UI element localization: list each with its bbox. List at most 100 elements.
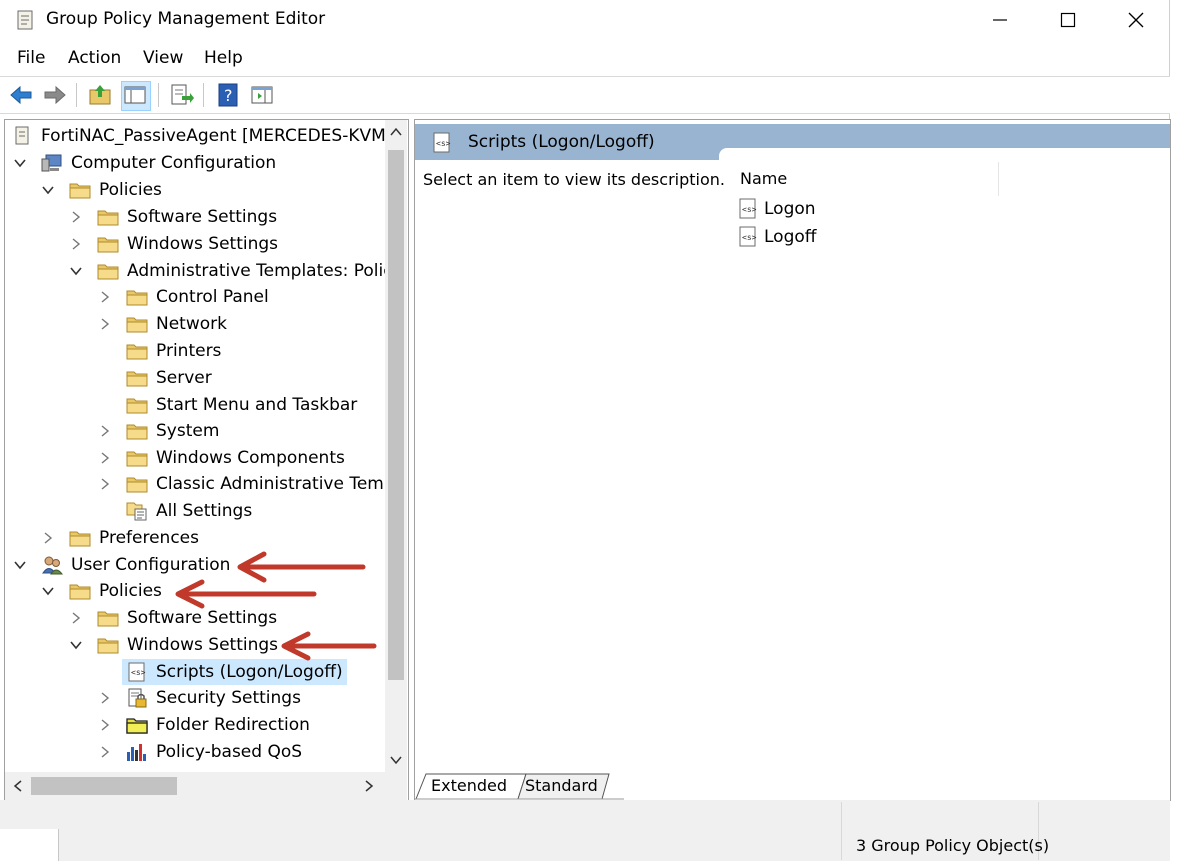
- chevron-right-icon: [44, 532, 53, 544]
- tree-node-policy-based-qos[interactable]: Policy-based QoS: [98, 739, 302, 765]
- tree-node-printers[interactable]: Printers: [126, 338, 221, 364]
- toolbar-separator: [203, 83, 204, 107]
- status-left-gap: [0, 829, 58, 861]
- tree-node-system[interactable]: System: [98, 418, 219, 444]
- tree-label: Control Panel: [156, 287, 269, 307]
- list-item-logon[interactable]: <s> Logon: [738, 198, 816, 220]
- maximize-button[interactable]: [1034, 0, 1102, 40]
- menu-view[interactable]: View: [143, 48, 183, 68]
- svg-text:<s>: <s>: [742, 205, 757, 214]
- list-item-label: Logon: [764, 199, 816, 219]
- list-item-logoff[interactable]: <s> Logoff: [738, 226, 816, 248]
- minimize-icon: [993, 19, 1007, 21]
- computer-icon: [41, 154, 62, 172]
- tree-node-administrative-templates[interactable]: Administrative Templates: Policy: [69, 258, 403, 284]
- tree-label: Policies: [99, 581, 162, 601]
- tree-vertical-scrollbar[interactable]: [385, 120, 407, 772]
- tree-node-preferences[interactable]: Preferences: [41, 525, 199, 551]
- export-list-button[interactable]: [168, 82, 194, 108]
- tree-node-windows-components[interactable]: Windows Components: [98, 445, 345, 471]
- tree-label: Printers: [156, 341, 222, 361]
- header-notch: [719, 148, 1170, 160]
- show-hide-console-tree-button[interactable]: [121, 81, 151, 111]
- chevron-right-icon: [101, 318, 110, 330]
- menu-help[interactable]: Help: [204, 48, 243, 68]
- console-tree-icon: [124, 86, 146, 104]
- title-bar: Group Policy Management Editor: [0, 0, 1170, 40]
- bar-chart-icon: [127, 744, 146, 761]
- tree-label: Windows Components: [156, 448, 345, 468]
- tree-label: Server: [156, 368, 212, 388]
- scroll-down-icon: [390, 756, 402, 765]
- tree-label: Folder Redirection: [156, 715, 310, 735]
- chevron-right-icon: [101, 425, 110, 437]
- view-tabs: Extended Standard: [414, 772, 1169, 800]
- tree-label: Security Settings: [156, 688, 301, 708]
- help-icon: ?: [218, 83, 238, 107]
- tab-standard[interactable]: Standard: [525, 776, 598, 795]
- maximize-icon: [1060, 12, 1076, 28]
- scroll-up-icon: [390, 127, 402, 136]
- folder-icon: [97, 237, 119, 253]
- tree-label: Preferences: [99, 528, 199, 548]
- scrollbar-thumb[interactable]: [388, 150, 404, 680]
- tab-extended[interactable]: Extended: [431, 776, 507, 795]
- scroll-left-icon: [13, 780, 22, 792]
- folder-up-icon: [89, 85, 111, 105]
- tree-node-server[interactable]: Server: [126, 365, 212, 391]
- action-pane-icon: [251, 86, 273, 104]
- scrollbar-thumb[interactable]: [31, 777, 177, 795]
- menu-action[interactable]: Action: [68, 48, 121, 68]
- tree-node-root[interactable]: FortiNAC_PassiveAgent [MERCEDES-KVM05: [11, 123, 407, 149]
- menu-file[interactable]: File: [17, 48, 45, 68]
- status-divider: [841, 802, 842, 860]
- chevron-down-icon: [70, 641, 82, 650]
- security-lock-icon: [128, 688, 147, 708]
- chevron-right-icon: [101, 478, 110, 490]
- tree-node-all-settings[interactable]: All Settings: [126, 498, 252, 524]
- tree-node-cc-policies[interactable]: Policies: [41, 177, 162, 203]
- tree-node-security-settings[interactable]: Security Settings: [98, 685, 301, 711]
- tree-node-folder-redirection[interactable]: Folder Redirection: [98, 712, 310, 738]
- tree-node-uc-policies[interactable]: Policies: [41, 578, 162, 604]
- chevron-right-icon: [72, 612, 81, 624]
- back-button[interactable]: [8, 82, 34, 108]
- tree-node-computer-configuration[interactable]: Computer Configuration: [13, 150, 276, 176]
- tree-label: All Settings: [156, 501, 253, 521]
- close-button[interactable]: [1102, 0, 1170, 40]
- tree-node-network[interactable]: Network: [98, 311, 227, 337]
- tree-label: Network: [156, 314, 227, 334]
- status-bar: 3 Group Policy Object(s): [0, 800, 1170, 861]
- tree-node-classic-admin-templates[interactable]: Classic Administrative Templ: [98, 471, 399, 497]
- folder-icon: [69, 584, 91, 600]
- minimize-button[interactable]: [966, 0, 1034, 40]
- tree-node-start-menu-taskbar[interactable]: Start Menu and Taskbar: [126, 392, 357, 418]
- tree-node-user-configuration[interactable]: User Configuration: [13, 552, 230, 578]
- up-one-level-button[interactable]: [87, 82, 113, 108]
- tree-node-cc-windows-settings[interactable]: Windows Settings: [69, 231, 278, 257]
- forward-button[interactable]: [42, 82, 68, 108]
- folder-icon: [126, 398, 148, 414]
- help-button[interactable]: ?: [215, 82, 241, 108]
- annotation-arrow-windows-settings: [281, 631, 377, 661]
- column-header-name[interactable]: Name: [740, 169, 787, 188]
- app-scroll-icon: [17, 10, 33, 30]
- details-title: Scripts (Logon/Logoff): [468, 132, 655, 152]
- annotation-arrow-policies: [175, 579, 315, 609]
- all-settings-icon: [126, 502, 147, 521]
- chevron-right-icon: [101, 291, 110, 303]
- console-tree[interactable]: FortiNAC_PassiveAgent [MERCEDES-KVM05 Co…: [4, 119, 409, 801]
- window-title: Group Policy Management Editor: [46, 9, 326, 29]
- forward-arrow-icon: [44, 85, 66, 105]
- tree-label: User Configuration: [71, 555, 231, 575]
- status-divider: [58, 829, 59, 861]
- tree-node-control-panel[interactable]: Control Panel: [98, 284, 269, 310]
- show-action-pane-button[interactable]: [249, 82, 275, 108]
- folder-icon: [69, 531, 91, 547]
- folder-icon: [126, 344, 148, 360]
- tree-label: System: [156, 421, 220, 441]
- chevron-down-icon: [14, 159, 26, 168]
- tree-horizontal-scrollbar[interactable]: [5, 772, 407, 800]
- tree-node-cc-software-settings[interactable]: Software Settings: [69, 204, 277, 230]
- status-gpo-count: 3 Group Policy Object(s): [856, 836, 1050, 855]
